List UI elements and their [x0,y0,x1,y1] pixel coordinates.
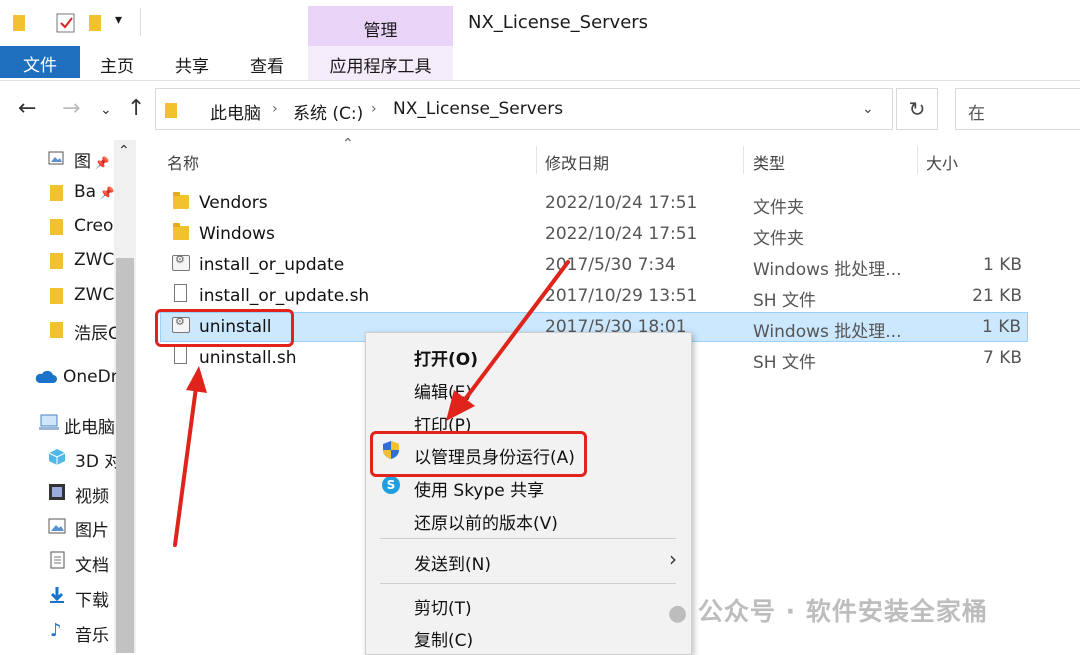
annotation-arrows [173,260,570,547]
watermark: ● 公众号 · 软件安装全家桶 [668,597,988,626]
wechat-icon: ● [668,601,689,626]
